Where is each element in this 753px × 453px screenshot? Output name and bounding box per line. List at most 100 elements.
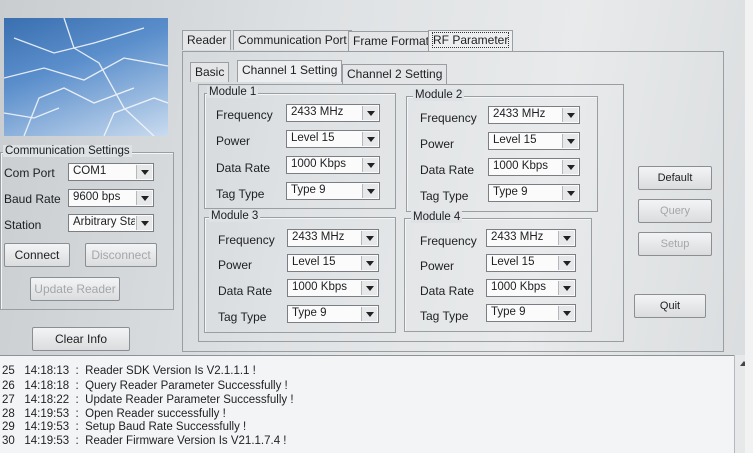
setup-button[interactable]: Setup — [638, 232, 712, 256]
station-value: Arbitrary Sta — [73, 216, 135, 228]
module-3-data-rate-select[interactable]: 1000 Kbps — [287, 279, 379, 297]
clear-info-button[interactable]: Clear Info — [32, 327, 130, 351]
application-window: Communication Settings Com Port COM1 Bau… — [0, 0, 753, 453]
data-rate-label: Data Rate — [420, 284, 475, 298]
chevron-down-icon[interactable] — [136, 216, 152, 230]
module-1-tag-type-value: Type 9 — [291, 184, 326, 196]
module-4-frequency-select[interactable]: 2433 MHz — [486, 229, 576, 247]
chevron-down-icon[interactable] — [558, 281, 574, 295]
reader-photo — [4, 18, 168, 136]
module-2-frequency-value: 2433 MHz — [493, 108, 546, 120]
module-1-data-rate-select[interactable]: 1000 Kbps — [286, 156, 380, 174]
data-rate-label: Data Rate — [420, 163, 475, 177]
module-3-tag-type-select[interactable]: Type 9 — [287, 305, 379, 323]
power-label: Power — [420, 137, 455, 151]
chevron-down-icon[interactable] — [362, 184, 378, 198]
tag-type-label: Tag Type — [420, 309, 469, 323]
module-2-data-rate-select[interactable]: 1000 Kbps — [488, 158, 580, 176]
log-line: 29 14:19:53 : Setup Baud Rate Successful… — [2, 421, 247, 433]
module-4-title: Module 4 — [411, 211, 463, 223]
tab-frame-format[interactable]: Frame Format — [348, 31, 435, 51]
chevron-down-icon[interactable] — [558, 231, 574, 245]
module-1-power-select[interactable]: Level 15 — [286, 130, 380, 148]
chevron-down-icon[interactable] — [562, 186, 578, 200]
subtab-channel-2[interactable]: Channel 2 Setting — [342, 64, 448, 84]
chevron-down-icon[interactable] — [562, 160, 578, 174]
chevron-down-icon[interactable] — [362, 106, 378, 120]
info-log[interactable]: 25 14:18:13 : Reader SDK Version Is V2.1… — [0, 355, 735, 453]
module-2-tag-type-select[interactable]: Type 9 — [488, 184, 580, 202]
tab-communication-port-label: Communication Port — [238, 33, 347, 47]
chevron-down-icon[interactable] — [562, 134, 578, 148]
subtab-basic[interactable]: Basic — [190, 62, 230, 82]
module-4-data-rate-select[interactable]: 1000 Kbps — [486, 279, 576, 297]
module-4-frequency-value: 2433 MHz — [491, 231, 544, 243]
module-4-tag-type-value: Type 9 — [491, 306, 526, 318]
module-1-data-rate-value: 1000 Kbps — [291, 158, 346, 170]
tab-rf-parameter-label: RF Parameter — [431, 32, 510, 48]
module-1-frequency-value: 2433 MHz — [291, 106, 344, 118]
disconnect-button[interactable]: Disconnect — [85, 243, 157, 267]
window-edge — [745, 0, 753, 453]
module-2-power-select[interactable]: Level 15 — [488, 132, 580, 150]
subtab-basic-label: Basic — [195, 65, 225, 79]
module-4-data-rate-value: 1000 Kbps — [491, 281, 546, 293]
chevron-down-icon[interactable] — [361, 281, 377, 295]
module-2-title: Module 2 — [413, 89, 465, 101]
module-4-tag-type-select[interactable]: Type 9 — [486, 304, 576, 322]
chevron-down-icon[interactable] — [361, 307, 377, 321]
quit-button[interactable]: Quit — [634, 294, 706, 318]
baud-rate-value: 9600 bps — [73, 191, 121, 203]
chevron-down-icon[interactable] — [362, 132, 378, 146]
communication-settings-title: Communication Settings — [3, 145, 132, 157]
module-3-frequency-select[interactable]: 2433 MHz — [287, 229, 379, 247]
chevron-down-icon[interactable] — [361, 231, 377, 245]
connect-button[interactable]: Connect — [4, 243, 70, 267]
query-button[interactable]: Query — [638, 199, 712, 223]
module-1-power-value: Level 15 — [291, 132, 335, 144]
log-line: 30 14:19:53 : Reader Firmware Version Is… — [2, 435, 287, 447]
tab-reader[interactable]: Reader — [182, 30, 232, 50]
data-rate-label: Data Rate — [216, 161, 271, 175]
log-line: 28 14:19:53 : Open Reader successfully ! — [2, 408, 226, 420]
module-3-power-value: Level 15 — [292, 256, 336, 268]
power-label: Power — [216, 134, 251, 148]
subtab-channel-1[interactable]: Channel 1 Setting — [237, 60, 343, 82]
frequency-label: Frequency — [420, 111, 477, 125]
tag-type-label: Tag Type — [216, 187, 265, 201]
module-1-tag-type-select[interactable]: Type 9 — [286, 182, 380, 200]
com-port-label: Com Port — [4, 166, 55, 180]
module-1-frequency-select[interactable]: 2433 MHz — [286, 104, 380, 122]
log-line: 25 14:18:13 : Reader SDK Version Is V2.1… — [2, 365, 256, 377]
com-port-select[interactable]: COM1 — [68, 163, 154, 181]
chevron-down-icon[interactable] — [361, 256, 377, 270]
module-2-power-value: Level 15 — [493, 134, 537, 146]
chevron-down-icon[interactable] — [362, 158, 378, 172]
tab-communication-port[interactable]: Communication Port — [233, 30, 352, 50]
chevron-down-icon[interactable] — [136, 165, 152, 179]
tag-type-label: Tag Type — [218, 310, 267, 324]
default-button[interactable]: Default — [638, 166, 712, 190]
station-label: Station — [4, 218, 42, 232]
module-4-power-select[interactable]: Level 15 — [486, 254, 576, 272]
module-4-power-value: Level 15 — [491, 256, 535, 268]
chevron-down-icon[interactable] — [558, 256, 574, 270]
module-3-power-select[interactable]: Level 15 — [287, 254, 379, 272]
chevron-down-icon[interactable] — [558, 306, 574, 320]
tag-type-label: Tag Type — [420, 189, 469, 203]
station-select[interactable]: Arbitrary Sta — [68, 214, 154, 232]
module-3-tag-type-value: Type 9 — [292, 307, 327, 319]
chevron-down-icon[interactable] — [136, 191, 152, 205]
power-label: Power — [420, 259, 455, 273]
data-rate-label: Data Rate — [218, 284, 273, 298]
module-2-data-rate-value: 1000 Kbps — [493, 160, 548, 172]
module-2-frequency-select[interactable]: 2433 MHz — [488, 106, 580, 124]
tab-rf-parameter[interactable]: RF Parameter — [428, 30, 514, 52]
subtab-channel-1-label: Channel 1 Setting — [242, 63, 338, 77]
snowy-branches-image — [4, 18, 168, 136]
chevron-down-icon[interactable] — [562, 108, 578, 122]
module-3-title: Module 3 — [209, 210, 261, 222]
subtab-channel-2-label: Channel 2 Setting — [347, 67, 443, 81]
baud-rate-select[interactable]: 9600 bps — [68, 189, 154, 207]
update-reader-button[interactable]: Update Reader — [30, 277, 120, 301]
